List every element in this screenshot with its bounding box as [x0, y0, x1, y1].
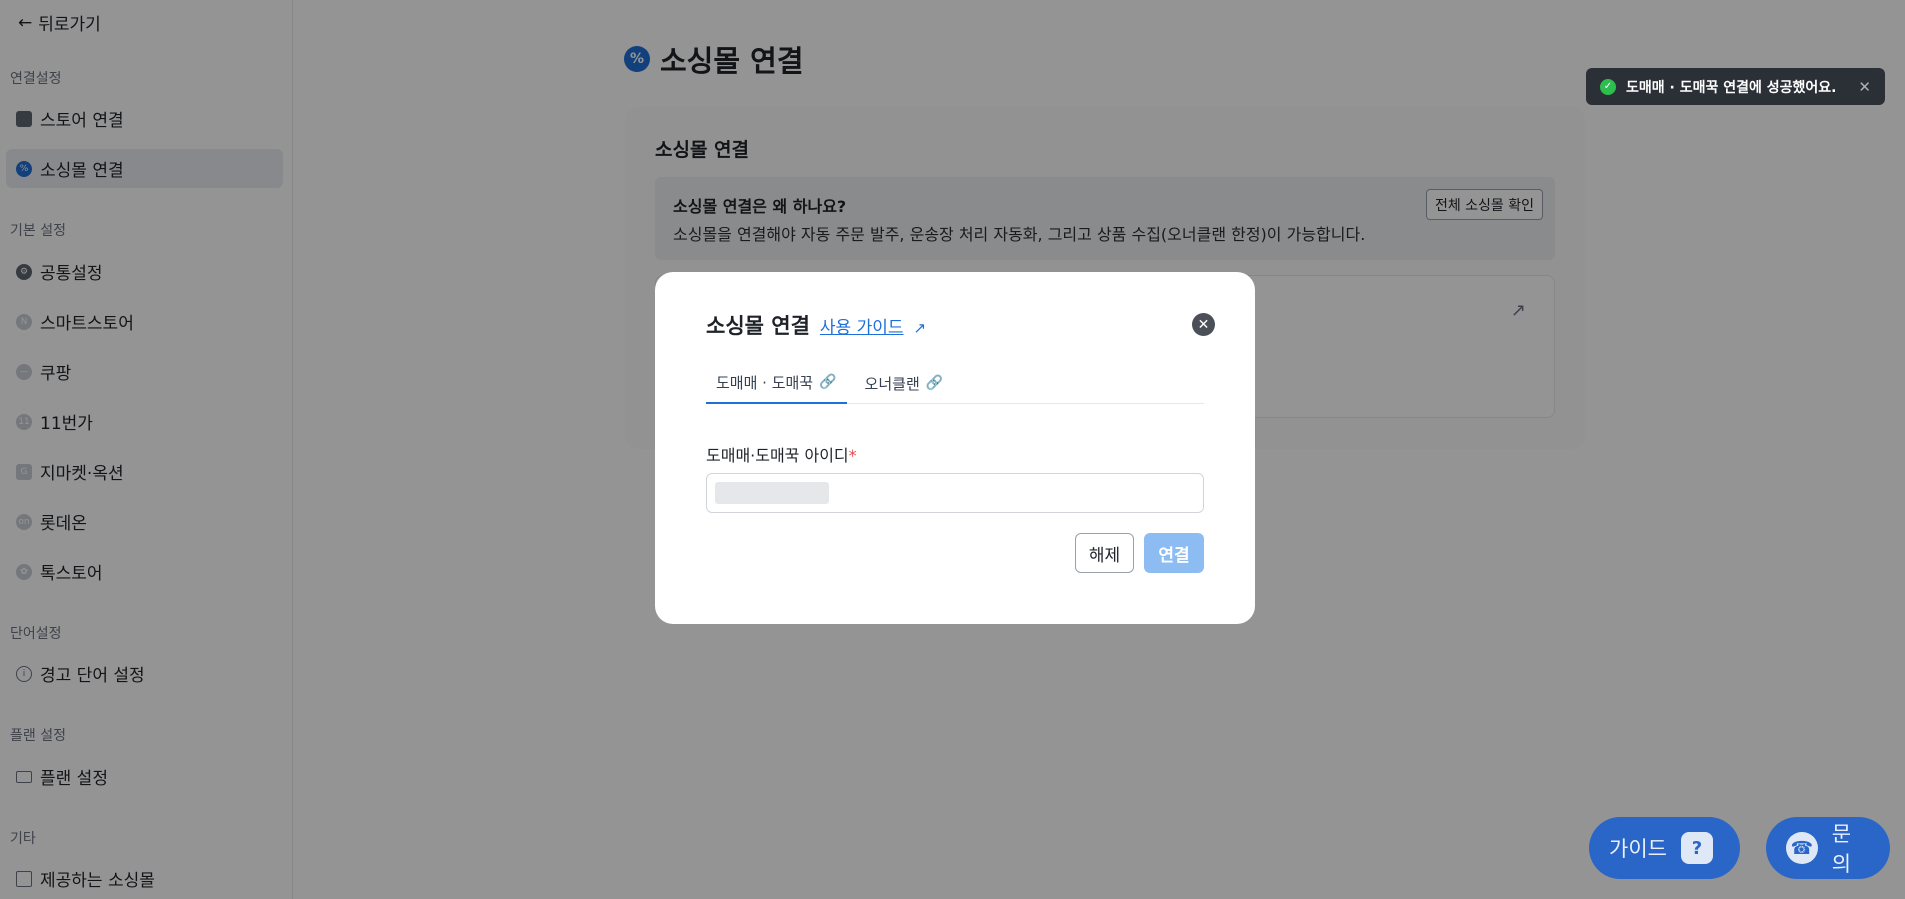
external-link-icon[interactable]: ↗ — [914, 319, 927, 337]
link-icon: 🔗 — [819, 374, 837, 390]
masked-value — [715, 482, 829, 504]
modal-close-button[interactable]: ✕ — [1192, 313, 1215, 336]
check-circle-icon: ✓ — [1600, 78, 1616, 95]
question-chat-icon: ? — [1680, 832, 1713, 864]
close-icon[interactable]: ✕ — [1858, 78, 1871, 96]
usage-guide-link[interactable]: 사용 가이드 — [820, 313, 904, 338]
headset-icon: ☎ — [1786, 832, 1818, 864]
release-button[interactable]: 해제 — [1075, 533, 1134, 573]
tab-label: 오너클랜 — [864, 374, 920, 393]
success-toast: ✓ 도매매 · 도매꾹 연결에 성공했어요. ✕ — [1586, 68, 1885, 105]
tab-label: 도매매 · 도매꾹 — [716, 373, 814, 392]
modal-title: 소싱몰 연결 — [706, 314, 810, 338]
tab-bar: 도매매 · 도매꾹 🔗 오너클랜 🔗 — [706, 362, 1204, 404]
link-icon: 🔗 — [925, 375, 944, 391]
guide-label: 가이드 — [1609, 837, 1667, 861]
inquiry-label: 문의 — [1831, 822, 1852, 876]
id-field-label: 도매매·도매꾹 아이디* — [706, 442, 857, 466]
guide-button[interactable]: 가이드 ? — [1589, 817, 1740, 879]
id-field-label-text: 도매매·도매꾹 아이디 — [706, 446, 849, 465]
connect-button[interactable]: 연결 — [1144, 533, 1204, 573]
tab-ownerclan[interactable]: 오너클랜 🔗 — [855, 362, 954, 404]
modal-header: 소싱몰 연결 사용 가이드 ↗ — [706, 310, 926, 340]
tab-domeme-domeggook[interactable]: 도매매 · 도매꾹 🔗 — [706, 362, 847, 404]
inquiry-button[interactable]: ☎ 문의 — [1766, 817, 1890, 879]
id-input[interactable] — [706, 473, 1204, 513]
sourcing-connect-modal: 소싱몰 연결 사용 가이드 ↗ ✕ 도매매 · 도매꾹 🔗 오너클랜 🔗 도매매… — [655, 272, 1255, 624]
toast-message: 도매매 · 도매꾹 연결에 성공했어요. — [1626, 79, 1837, 96]
required-mark: * — [848, 446, 857, 465]
